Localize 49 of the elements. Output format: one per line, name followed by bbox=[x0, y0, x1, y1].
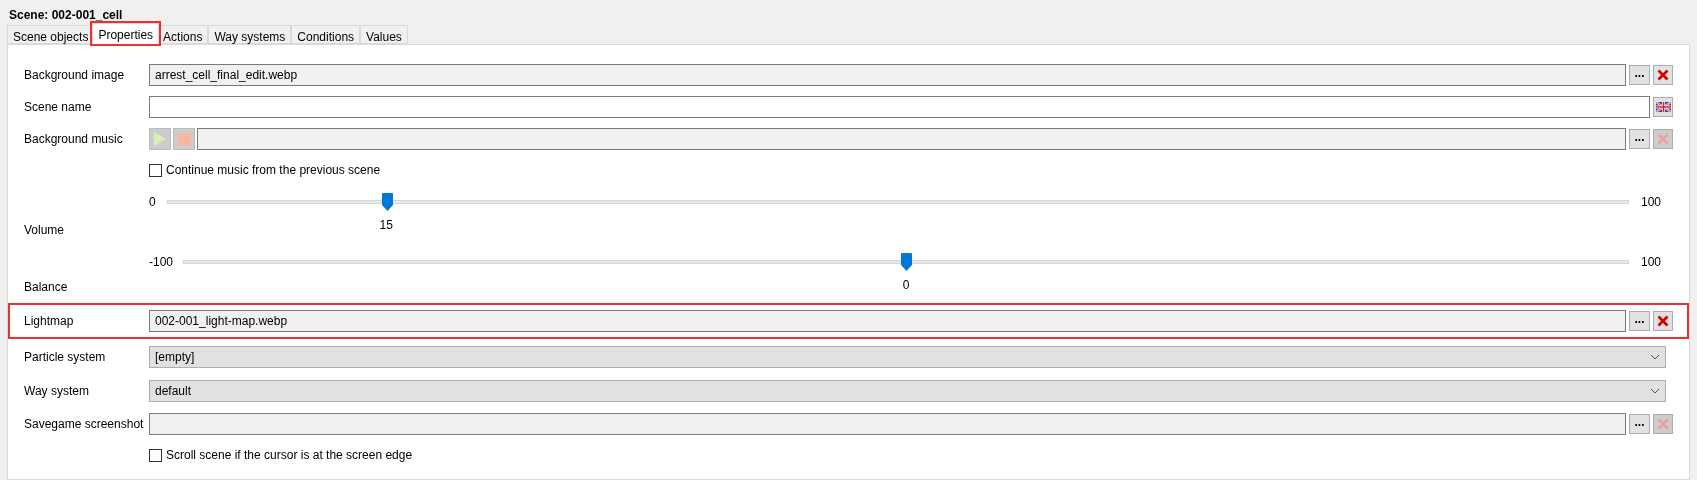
tab[interactable]: Properties bbox=[92, 23, 160, 44]
language-button[interactable] bbox=[1653, 97, 1673, 117]
chevron-down-icon bbox=[1650, 388, 1660, 394]
chevron-down-icon bbox=[1650, 354, 1660, 360]
file-field[interactable] bbox=[149, 413, 1626, 435]
checkbox[interactable] bbox=[149, 163, 162, 177]
file-field[interactable]: 002-001_light-map.webp bbox=[149, 310, 1626, 332]
tab[interactable]: Conditions bbox=[291, 25, 361, 44]
slider-value: 0 bbox=[902, 277, 910, 294]
browse-button[interactable]: ... bbox=[1629, 65, 1650, 85]
tab[interactable]: Way systems bbox=[208, 25, 292, 44]
music-field[interactable] bbox=[197, 128, 1626, 150]
field-label: Way system bbox=[24, 383, 90, 400]
stop-icon bbox=[177, 132, 191, 146]
browse-button[interactable]: ... bbox=[1629, 129, 1650, 149]
checkbox[interactable] bbox=[149, 448, 162, 462]
clear-button[interactable] bbox=[1653, 65, 1673, 85]
slider-min: 0 bbox=[149, 194, 157, 211]
play-icon bbox=[154, 132, 166, 146]
dropdown[interactable]: default bbox=[149, 380, 1666, 402]
slider-min: -100 bbox=[149, 254, 175, 271]
browse-button[interactable]: ... bbox=[1629, 414, 1650, 434]
close-icon bbox=[1657, 133, 1669, 145]
slider-max: 100 bbox=[1640, 254, 1663, 271]
close-icon bbox=[1657, 69, 1669, 81]
field-label: Savegame screenshot bbox=[24, 416, 145, 433]
checkbox-label: Continue music from the previous scene bbox=[166, 162, 381, 179]
slider-max: 100 bbox=[1640, 194, 1663, 211]
tab[interactable]: Values bbox=[360, 25, 408, 44]
window-title: Scene: 002-001_cell bbox=[8, 7, 124, 23]
close-icon bbox=[1657, 315, 1669, 327]
clear-button[interactable] bbox=[1653, 311, 1673, 331]
flag-icon bbox=[1655, 102, 1671, 112]
field-label: Scene name bbox=[24, 99, 93, 116]
slider-thumb[interactable] bbox=[901, 253, 912, 271]
file-field[interactable]: arrest_cell_final_edit.webp bbox=[149, 64, 1626, 86]
close-icon bbox=[1657, 418, 1669, 430]
checkbox-label: Scroll scene if the cursor is at the screen edge bbox=[166, 447, 413, 464]
dropdown[interactable]: [empty] bbox=[149, 346, 1666, 368]
field-label: Particle system bbox=[24, 349, 107, 366]
slider-value: 15 bbox=[379, 217, 393, 234]
field-label: Background image bbox=[24, 67, 126, 84]
field-label: Background music bbox=[24, 131, 124, 148]
field-label: Balance bbox=[24, 279, 69, 296]
slider-thumb[interactable] bbox=[382, 193, 393, 211]
browse-button[interactable]: ... bbox=[1629, 311, 1650, 331]
field-label: Volume bbox=[24, 222, 66, 239]
field-label: Lightmap bbox=[24, 313, 75, 330]
text-field[interactable] bbox=[149, 96, 1650, 118]
